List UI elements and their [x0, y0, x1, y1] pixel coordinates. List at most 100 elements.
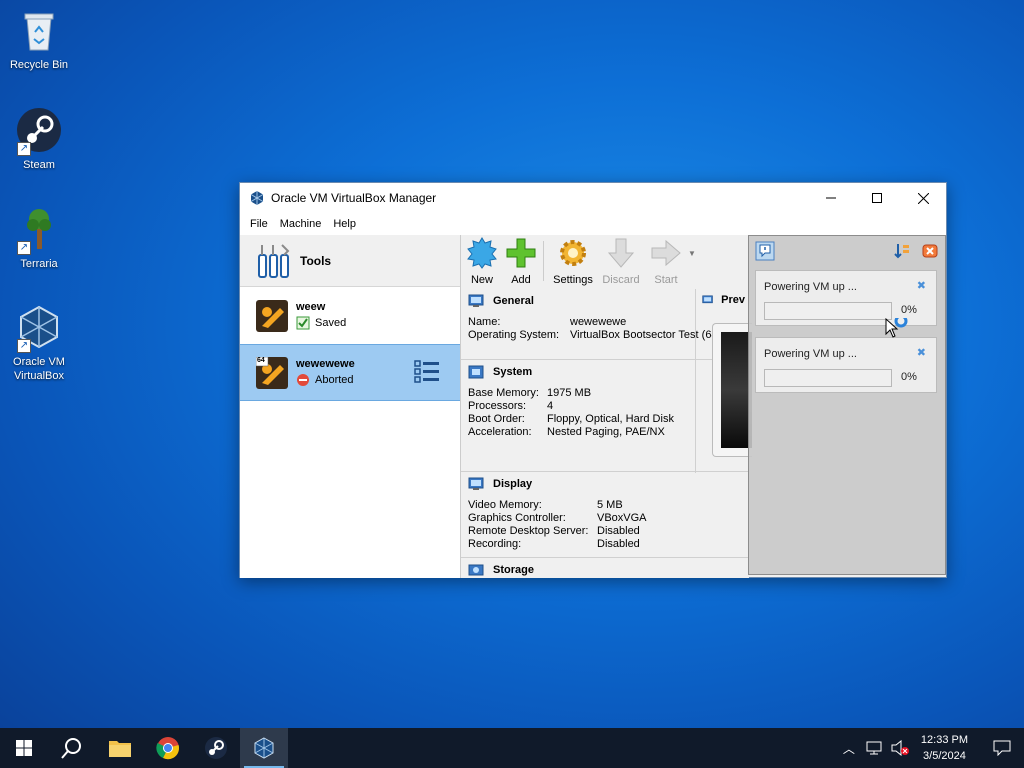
sort-icon[interactable]: [893, 242, 911, 260]
discard-button[interactable]: Discard: [598, 235, 644, 287]
busy-cursor-icon: [885, 318, 908, 338]
detail-key: Video Memory:: [468, 499, 542, 511]
chrome-icon: [156, 737, 179, 760]
close-icon: [917, 192, 929, 204]
action-center-icon: [993, 740, 1011, 756]
clear-all-icon[interactable]: [921, 242, 939, 260]
recycle-bin-icon: [15, 6, 63, 54]
menu-file[interactable]: File: [244, 218, 274, 230]
detail-key: Name:: [468, 316, 501, 328]
volume-muted-icon[interactable]: [891, 740, 909, 756]
title-bar[interactable]: Oracle VM VirtualBox Manager: [240, 183, 946, 213]
minimize-icon: [826, 197, 836, 199]
detail-value: Disabled: [597, 525, 640, 537]
new-button[interactable]: New: [461, 235, 503, 287]
storage-disk-icon: [468, 564, 484, 576]
notification-center-icon[interactable]: [755, 241, 775, 261]
vm-state-label: Aborted: [315, 374, 354, 386]
saved-state-icon: [296, 316, 310, 330]
detail-key: Base Memory:: [468, 387, 539, 399]
discard-label: Discard: [602, 274, 640, 286]
add-button[interactable]: Add: [503, 235, 539, 287]
taskbar-file-explorer[interactable]: [96, 728, 144, 768]
close-notification-icon[interactable]: ✖: [917, 279, 926, 292]
maximize-icon: [872, 193, 882, 203]
start-button[interactable]: [0, 728, 48, 768]
notification-text: Powering VM up ...: [764, 281, 857, 293]
maximize-button[interactable]: [854, 183, 900, 213]
menu-bar: File Machine Help: [240, 213, 946, 235]
tools-icon: [258, 243, 290, 278]
discard-icon: [607, 238, 635, 268]
shortcut-arrow-icon: ↗: [17, 339, 31, 353]
toolbar-separator: [543, 241, 544, 281]
settings-icon: [560, 240, 586, 266]
notification-center: Powering VM up ... ✖ 0% Powering VM up .…: [748, 235, 946, 575]
desktop-icon-virtualbox[interactable]: ↗ Oracle VM VirtualBox: [1, 303, 77, 383]
menu-help[interactable]: Help: [327, 218, 362, 230]
vm-list-item-selected[interactable]: 64 wewewewe Aborted: [240, 344, 460, 401]
start-button[interactable]: Start: [644, 235, 688, 287]
start-dropdown-chevron-icon[interactable]: ▼: [688, 235, 700, 287]
clock[interactable]: 12:33 PM 3/5/2024: [921, 732, 968, 764]
vm-name: wewewewe: [296, 358, 355, 370]
storage-header[interactable]: Storage: [493, 564, 534, 576]
settings-button[interactable]: Settings: [548, 235, 598, 287]
steam-icon: ↗: [15, 106, 63, 156]
virtualbox-icon: [254, 737, 274, 759]
general-monitor-icon: [468, 294, 484, 307]
search-icon: [61, 738, 81, 759]
progress-bar: [764, 369, 892, 387]
vm-name: weew: [296, 301, 326, 313]
tools-item[interactable]: Tools: [240, 235, 460, 287]
preview-section: Prev: [695, 289, 752, 473]
preview-screen-frame: [712, 323, 752, 457]
preview-monitor-icon: [702, 295, 713, 304]
display-section: Display Video Memory: 5 MB Graphics Cont…: [461, 472, 749, 558]
notification-text: Powering VM up ...: [764, 348, 857, 360]
close-notification-icon[interactable]: ✖: [917, 346, 926, 359]
menu-machine[interactable]: Machine: [274, 218, 328, 230]
general-header[interactable]: General: [493, 295, 534, 307]
vm-state-label: Saved: [315, 317, 347, 329]
file-explorer-icon: [109, 741, 131, 757]
progress-percent: 0%: [901, 371, 917, 383]
settings-label: Settings: [553, 274, 593, 286]
desktop-icon-steam[interactable]: ↗ Steam: [1, 106, 77, 172]
desktop-icon-terraria[interactable]: ↗ Terraria: [1, 205, 77, 271]
taskbar-chrome[interactable]: [144, 728, 192, 768]
search-button[interactable]: [48, 728, 96, 768]
notification-item[interactable]: Powering VM up ... ✖ 0%: [755, 337, 937, 393]
detail-key: Remote Desktop Server:: [468, 525, 589, 537]
detail-value: Disabled: [597, 538, 640, 550]
minimize-button[interactable]: [808, 183, 854, 213]
show-hidden-icons-chevron-icon[interactable]: ︿: [843, 740, 855, 757]
taskbar-steam[interactable]: [192, 728, 240, 768]
desktop-icon-label: Steam: [23, 159, 55, 171]
detail-key: Recording:: [468, 538, 522, 550]
detail-value: VBoxVGA: [597, 512, 647, 524]
progress-bar: [764, 302, 892, 320]
taskbar-virtualbox[interactable]: [240, 728, 288, 768]
network-icon[interactable]: [865, 741, 883, 755]
shortcut-arrow-icon: ↗: [17, 142, 31, 156]
new-label: New: [470, 274, 493, 286]
virtualbox-app-icon: [250, 191, 264, 205]
start-icon: [651, 239, 681, 267]
display-monitor-icon: [468, 477, 484, 490]
detail-key: Processors:: [468, 400, 527, 412]
system-header[interactable]: System: [493, 366, 532, 378]
vm-arch-badge: 64: [257, 356, 265, 364]
preview-header[interactable]: Prev: [721, 294, 745, 306]
vm-os-icon: [256, 299, 288, 332]
shortcut-arrow-icon: ↗: [17, 241, 31, 255]
close-button[interactable]: [900, 183, 946, 213]
detail-key: Acceleration:: [468, 426, 532, 438]
taskbar: ︿ 12:33 PM 3/5/2024: [0, 728, 1024, 768]
vm-list-item[interactable]: weew Saved: [240, 287, 460, 344]
action-center-button[interactable]: [980, 728, 1024, 768]
vm-menu-icon[interactable]: [414, 359, 440, 385]
display-header[interactable]: Display: [493, 478, 532, 490]
desktop-icon-recycle-bin[interactable]: Recycle Bin: [1, 6, 77, 72]
toolbar: New Add Settings Discard Start ▼: [461, 235, 748, 287]
